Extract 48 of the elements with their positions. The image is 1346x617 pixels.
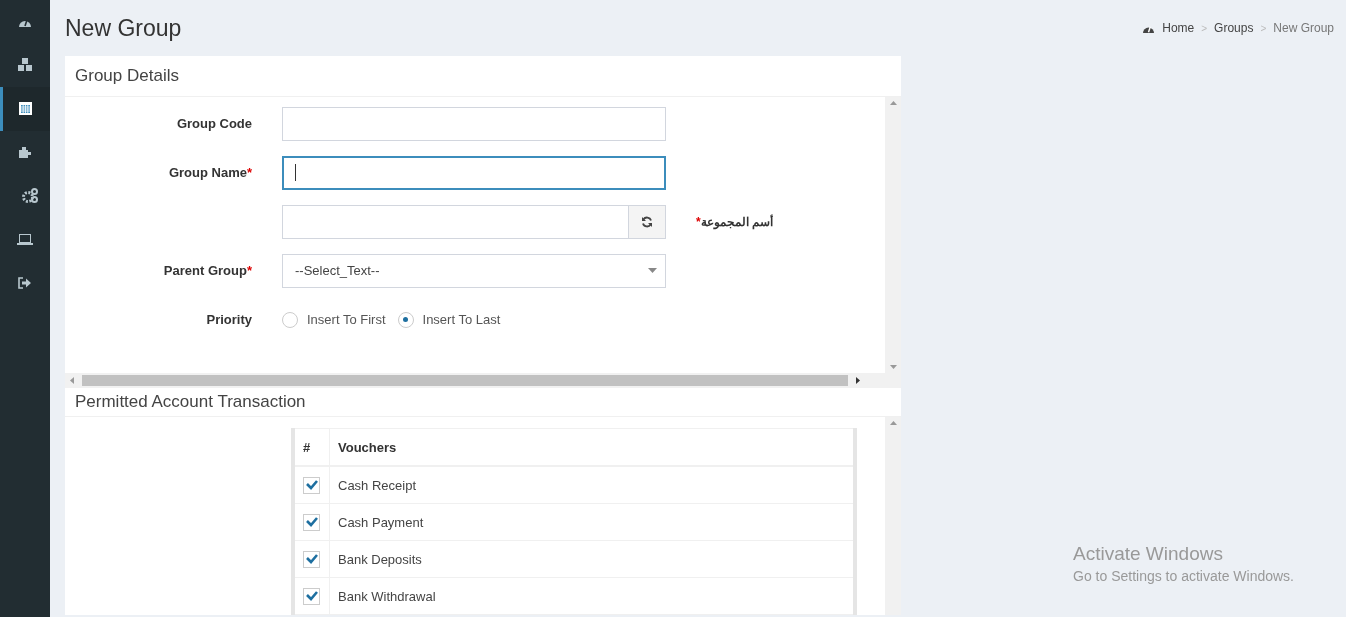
breadcrumb-link[interactable]: Home [1162, 21, 1195, 35]
puzzle-icon [18, 145, 32, 159]
scroll-right-icon [856, 377, 860, 384]
field-label: Group Name* [167, 165, 253, 180]
breadcrumb-link[interactable]: Groups [1214, 21, 1254, 35]
scrollbar-thumb[interactable] [82, 375, 848, 386]
table-cell: Bank Deposits [329, 540, 855, 578]
table-cell: Cash Payment [329, 503, 855, 541]
select-field[interactable]: --Select_Text-- [282, 253, 666, 288]
laptop-icon [17, 233, 33, 245]
activation-notice-text: Go to Settings to activate Windows. [1073, 568, 1294, 584]
card-title: Permitted Account Transaction [75, 392, 306, 412]
activation-notice-title: Activate Windows [1073, 543, 1224, 565]
card-title: Group Details [75, 66, 179, 86]
checkbox[interactable] [303, 587, 320, 605]
vertical-scrollbar[interactable] [885, 417, 901, 615]
field-label: Priority [205, 312, 253, 327]
refresh-button[interactable] [628, 205, 665, 238]
refresh-icon [641, 215, 653, 228]
cubes-icon [17, 58, 33, 73]
sign-out-icon [18, 276, 32, 289]
column-header: Vouchers [329, 428, 855, 466]
calculator-icon [18, 102, 32, 116]
scroll-up-icon [889, 101, 897, 105]
checkbox[interactable] [303, 550, 320, 568]
field-label: أسم المجموعة* [696, 214, 773, 229]
input-field[interactable] [282, 155, 666, 190]
page-title: New Group [65, 14, 182, 42]
column-header: # [293, 428, 330, 466]
checkbox[interactable] [303, 476, 320, 494]
table-cell: Bank Withdrawal [329, 577, 855, 615]
field-label: Parent Group* [162, 263, 253, 278]
gears-icon [22, 188, 38, 204]
vertical-scrollbar[interactable] [885, 97, 901, 373]
breadcrumb-separator: > [1201, 22, 1208, 34]
scroll-down-icon [889, 365, 897, 369]
breadcrumb-current: New Group [1273, 21, 1334, 35]
table-cell: Cash Receipt [329, 466, 855, 504]
breadcrumb-separator: > [1260, 22, 1267, 34]
caret-icon [648, 268, 657, 273]
checkbox[interactable] [303, 513, 320, 531]
field-label: Group Code [175, 116, 253, 131]
scroll-left-icon [70, 377, 74, 384]
sidebar-item[interactable] [0, 87, 50, 131]
horizontal-scrollbar[interactable] [65, 373, 901, 388]
radio-option[interactable]: Insert To Last [397, 311, 501, 328]
radio-option[interactable]: Insert To First [282, 311, 386, 328]
scroll-up-icon [889, 421, 897, 425]
